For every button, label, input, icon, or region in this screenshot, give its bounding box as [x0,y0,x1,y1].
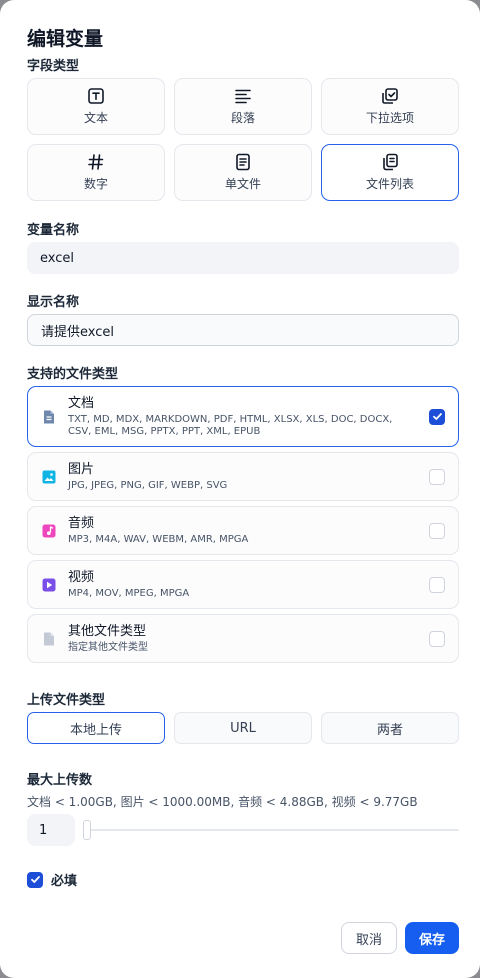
text-box-icon [88,88,104,104]
display-name-input[interactable]: 请提供excel [27,314,459,346]
file-type-desc: MP4, MOV, MPEG, MPGA [68,588,190,599]
upload-option-url[interactable]: URL [174,712,312,744]
file-type-name: 其他文件类型 [68,624,147,639]
field-type-label: 段落 [230,111,255,125]
image-icon [42,470,56,483]
field-type-label: 字段类型 [27,59,80,74]
audio-icon [42,524,56,537]
document-icon [44,410,54,423]
file-type-desc: 指定其他文件类型 [68,642,148,653]
max-upload-slider-track[interactable] [86,829,459,831]
file-type-name: 图片 [68,462,95,477]
variable-name-input[interactable]: excel [27,242,459,274]
file-type-document[interactable]: 文档 TXT, MD, MDX, MARKDOWN, PDF, HTML, XL… [27,386,459,447]
select-icon [382,88,398,104]
file-list-icon [383,153,398,171]
field-type-single-file[interactable]: 单文件 [174,144,312,201]
file-type-name: 音频 [68,516,95,531]
max-upload-limits: 文档 < 1.00GB, 图片 < 1000.00MB, 音频 < 4.88GB… [27,795,418,809]
field-type-label: 下拉选项 [365,111,414,125]
max-upload-label: 最大上传数 [27,773,93,788]
field-type-label: 单文件 [224,177,261,191]
field-type-label: 文件列表 [365,177,414,191]
save-button[interactable]: 保存 [405,922,459,954]
file-type-audio[interactable]: 音频 MP3, M4A, WAV, WEBM, AMR, MPGA [27,506,459,555]
display-name-label: 显示名称 [27,295,80,310]
variable-name-label: 变量名称 [27,223,80,238]
file-type-desc: MP3, M4A, WAV, WEBM, AMR, MPGA [68,534,249,545]
field-type-number[interactable]: 数字 [27,144,165,201]
edit-variable-dialog: 编辑变量 字段类型 文本 段落 下拉选项 数字 单文件 文件列表 变量名称 ex… [0,0,480,978]
field-type-paragraph[interactable]: 段落 [174,78,312,135]
file-type-checkbox[interactable] [429,576,445,593]
dialog-title: 编辑变量 [27,28,104,50]
field-type-file-list[interactable]: 文件列表 [321,144,459,201]
hash-icon [88,154,104,170]
required-checkbox[interactable] [27,871,43,888]
upload-type-label: 上传文件类型 [27,693,106,708]
file-type-video[interactable]: 视频 MP4, MOV, MPEG, MPGA [27,560,459,609]
video-icon [42,578,56,591]
check-icon [432,413,442,420]
max-upload-input[interactable]: 1 [27,814,75,846]
paragraph-icon [235,89,251,104]
max-upload-slider-thumb[interactable] [83,820,91,840]
file-type-other[interactable]: 其他文件类型 指定其他文件类型 [27,614,459,663]
file-type-checkbox[interactable] [429,408,445,425]
file-type-checkbox[interactable] [429,522,445,539]
field-type-grid: 文本 段落 下拉选项 数字 单文件 文件列表 [27,78,459,201]
file-type-checkbox[interactable] [429,468,445,485]
required-toggle[interactable]: 必填 [27,870,77,889]
file-type-image[interactable]: 图片 JPG, JPEG, PNG, GIF, WEBP, SVG [27,452,459,501]
required-label: 必填 [51,874,78,889]
other-file-icon [44,632,54,645]
file-type-checkbox[interactable] [429,630,445,647]
file-type-desc: JPG, JPEG, PNG, GIF, WEBP, SVG [68,480,228,491]
cancel-button[interactable]: 取消 [341,922,397,954]
upload-option-local[interactable]: 本地上传 [27,712,165,744]
file-types-label: 支持的文件类型 [27,367,119,382]
field-type-select[interactable]: 下拉选项 [321,78,459,135]
upload-option-both[interactable]: 两者 [321,712,459,744]
upload-type-segment: 本地上传 URL 两者 [27,712,459,744]
file-type-name: 视频 [68,570,95,585]
field-type-text[interactable]: 文本 [27,78,165,135]
file-type-name: 文档 [68,396,95,411]
file-type-desc: TXT, MD, MDX, MARKDOWN, PDF, HTML, XLSX,… [68,414,393,437]
single-file-icon [236,153,250,171]
check-icon [30,876,40,883]
field-type-label: 文本 [83,111,108,125]
field-type-label: 数字 [83,177,108,191]
